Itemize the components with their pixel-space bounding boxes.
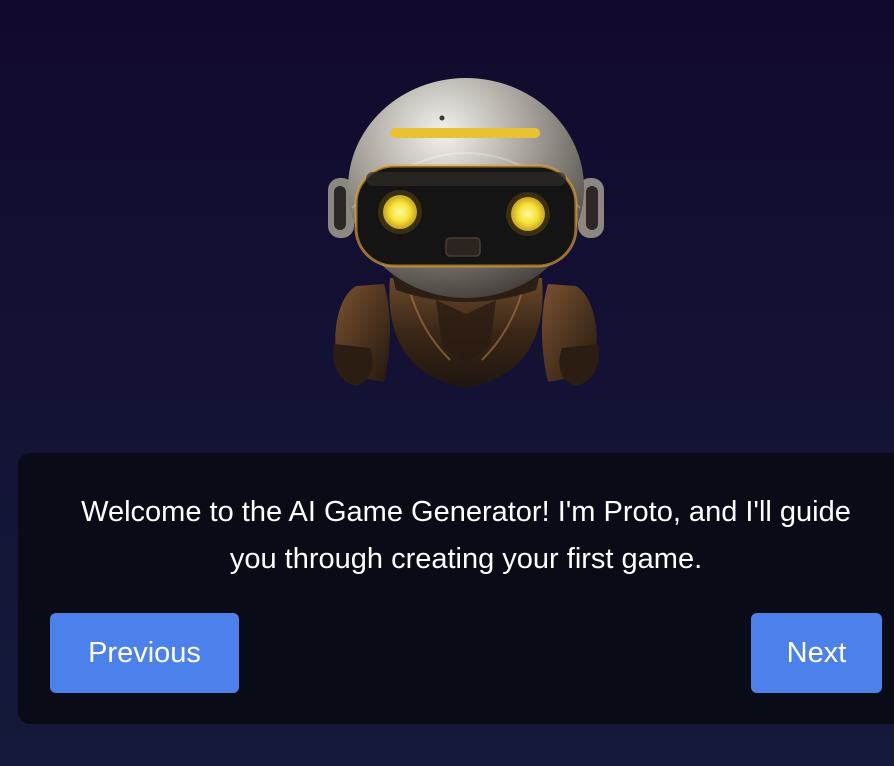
onboarding-dialog: Welcome to the AI Game Generator! I'm Pr…	[18, 453, 894, 724]
previous-button[interactable]: Previous	[50, 613, 239, 693]
next-button[interactable]: Next	[751, 613, 882, 693]
robot-mascot	[326, 78, 606, 390]
onboarding-message: Welcome to the AI Game Generator! I'm Pr…	[81, 496, 851, 575]
robot-mascot-icon	[328, 78, 604, 388]
